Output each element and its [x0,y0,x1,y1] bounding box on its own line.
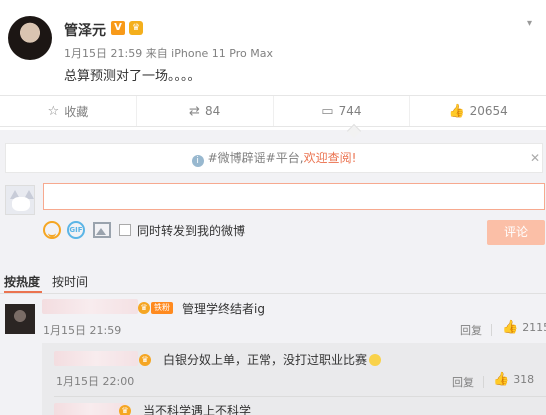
comment-time: 1月15日 21:59 [43,324,122,337]
post-text: 总算预测对了一场。。。。 [64,69,201,84]
commenter-avatar[interactable] [5,304,35,334]
like-count: 20654 [469,104,508,118]
member-icon: ♛ [139,354,151,366]
reply-time: 1月15日 22:00 [56,375,135,388]
fan-badge: 铁粉 [151,302,173,314]
my-avatar [5,185,35,215]
favorite-label: 收藏 [64,104,89,119]
replier-name-redacted [54,403,126,415]
star-icon: ☆ [47,103,60,119]
comment-button[interactable]: ▭ 744 [274,96,411,126]
comment-input[interactable] [43,183,545,210]
comment-like-count: 2115 [522,321,546,334]
comment-like-button[interactable]: 👍 2115 [502,320,546,335]
thumbs-up-icon: 👍 [493,372,510,387]
repost-checkbox[interactable] [119,224,131,236]
favorite-button[interactable]: ☆ 收藏 [0,96,137,126]
rumor-notice-link[interactable]: 欢迎查阅! [304,151,357,165]
rumor-notice-text: #微博辟谣#平台, [207,151,304,165]
reply-text: 当不科学遇上不科学 [143,404,252,415]
member-icon: ♛ [119,405,131,415]
thumbs-up-icon: 👍 [502,320,519,335]
replier-name-redacted [54,351,138,366]
submit-comment-button[interactable]: 评论 [487,220,545,245]
reply-button[interactable]: 回复 [452,374,474,390]
repost-checkbox-label: 同时转发到我的微博 [137,223,246,238]
sunglasses-emoji-icon [369,354,382,366]
comment-count: 744 [338,104,362,118]
like-button[interactable]: 👍 20654 [410,96,546,126]
image-icon[interactable] [93,222,111,238]
author-avatar[interactable] [8,16,52,60]
verified-badge: V [111,21,125,35]
chevron-down-icon[interactable]: ▾ [527,18,537,29]
reply-text: 白银分奴上单，正常，没打过职业比赛 [163,351,382,368]
close-icon[interactable]: ✕ [530,151,540,165]
divider [491,324,492,336]
info-icon: i [191,155,204,167]
reply-like-count: 318 [513,373,535,386]
reply-text-content: 白银分奴上单，正常，没打过职业比赛 [163,353,368,367]
commenter-name-redacted [42,299,138,314]
divider [0,293,546,294]
thumbs-up-icon: 👍 [448,103,465,119]
tab-sort-time[interactable]: 按时间 [46,270,94,294]
repost-count: 84 [204,104,221,118]
repost-button[interactable]: ⇄ 84 [137,96,274,126]
reply-button[interactable]: 回复 [460,322,482,338]
crown-icon: ♛ [129,21,143,35]
post-actions: ☆ 收藏 ⇄ 84 ▭ 744 👍 20654 [0,95,546,127]
post-meta: 1月15日 21:59 来自 iPhone 11 Pro Max [64,47,273,60]
gif-icon[interactable]: GIF [67,221,85,239]
reply-like-button[interactable]: 👍 318 [493,372,534,387]
comment-text: 管理学终结者ig [182,302,265,316]
comment-icon: ▭ [321,103,334,119]
avatar-face [12,197,30,211]
member-icon: ♛ [138,302,150,314]
rumor-notice: i #微博辟谣#平台,欢迎查阅! [5,143,543,173]
composer-tools: GIF 同时转发到我的微博 [43,219,245,241]
emoji-icon[interactable] [43,221,61,239]
repost-icon: ⇄ [189,103,200,119]
author-name[interactable]: 管泽元 [64,20,106,40]
divider [483,376,484,388]
divider [54,396,546,397]
weibo-post: 管泽元 V ♛ 1月15日 21:59 来自 iPhone 11 Pro Max… [0,0,546,94]
